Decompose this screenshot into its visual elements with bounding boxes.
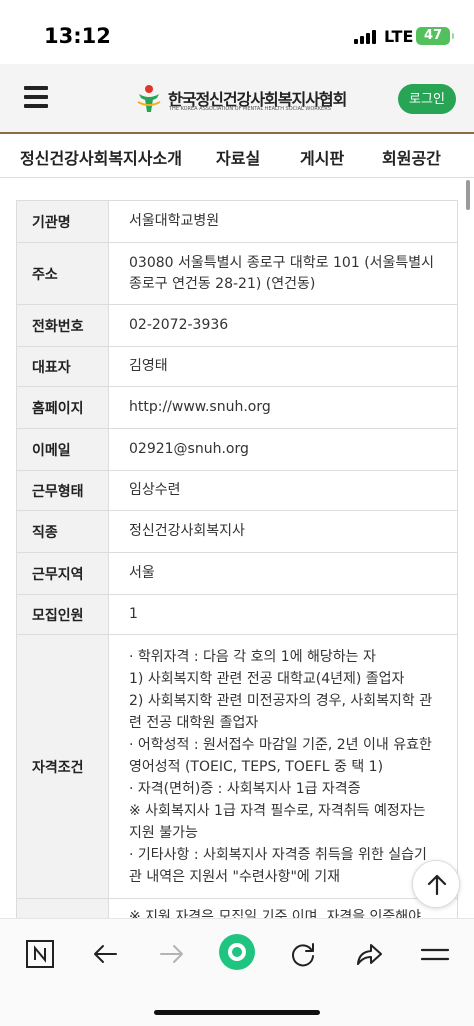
site-logo[interactable]: 한국정신건강사회복지사협회 THE KOREA ASSOCIATION OF M…: [136, 84, 347, 118]
table-row: 홈페이지 http://www.snuh.org: [16, 386, 458, 429]
row-label: 자격조건: [16, 634, 109, 899]
row-label: 대표자: [16, 346, 109, 387]
table-row: ※ 지원 자격은 모집일 기준 이며, 자격을 인증해야: [16, 898, 458, 918]
logo-mark-icon: [137, 85, 161, 112]
status-time: 13:12: [44, 24, 111, 48]
table-row: 기관명 서울대학교병원: [16, 200, 458, 243]
home-indicator: [154, 1010, 320, 1015]
job-detail-content[interactable]: 기관명 서울대학교병원 주소 03080 서울특별시 종로구 대학로 101 (…: [0, 178, 474, 918]
row-value: 임상수련: [108, 470, 458, 511]
scrollbar[interactable]: [466, 180, 470, 210]
qualification-line: 2) 사회복지학 관련 미전공자의 경우, 사회복지학 관련 전공 대학원 졸업…: [129, 692, 433, 731]
row-value: 03080 서울특별시 종로구 대학로 101 (서울특별시 종로구 연건동 2…: [108, 242, 458, 305]
row-value: 1: [108, 594, 458, 635]
login-button[interactable]: 로그인: [398, 84, 456, 114]
nav-item-intro[interactable]: 정신건강사회복지사소개: [20, 145, 182, 169]
naver-n-icon[interactable]: [25, 939, 55, 969]
nav-item-resources[interactable]: 자료실: [216, 145, 260, 169]
nav-item-board[interactable]: 게시판: [300, 145, 344, 169]
forward-arrow-icon[interactable]: [157, 939, 187, 969]
row-label: 기관명: [16, 200, 109, 243]
menu-icon[interactable]: [420, 939, 450, 969]
row-value: 서울: [108, 552, 458, 595]
row-value: ※ 지원 자격은 모집일 기준 이며, 자격을 인증해야: [108, 898, 458, 918]
back-arrow-icon[interactable]: [90, 939, 120, 969]
menu-icon[interactable]: [24, 86, 48, 108]
row-label: 근무형태: [16, 470, 109, 511]
signal-icon: [354, 30, 376, 44]
qualification-line: · 자격(면허)증 : 사회복지사 1급 자격증: [129, 780, 361, 797]
row-label: 전화번호: [16, 304, 109, 347]
qualification-value: · 학위자격 : 다음 각 호의 1에 해당하는 자 1) 사회복지학 관련 전…: [108, 634, 458, 899]
table-row: 주소 03080 서울특별시 종로구 대학로 101 (서울특별시 종로구 연건…: [16, 242, 458, 305]
nav-item-members[interactable]: 회원공간: [382, 145, 441, 169]
homepage-link[interactable]: http://www.snuh.org: [108, 386, 458, 429]
qualification-line: · 학위자격 : 다음 각 호의 1에 해당하는 자: [129, 648, 376, 665]
scroll-top-button[interactable]: [412, 860, 460, 908]
table-row: 전화번호 02-2072-3936: [16, 304, 458, 347]
email-link[interactable]: 02921@snuh.org: [108, 428, 458, 471]
job-info-table: 기관명 서울대학교병원 주소 03080 서울특별시 종로구 대학로 101 (…: [16, 200, 458, 918]
share-icon[interactable]: [354, 939, 384, 969]
qualification-line: · 어학성적 : 원서접수 마감일 기준, 2년 이내 유효한 영어성적 (TO…: [129, 736, 432, 775]
qualification-line: ※ 사회복지사 1급 자격 필수로, 자격취득 예정자는 지원 불가능: [129, 802, 426, 841]
row-value[interactable]: 02-2072-3936: [108, 304, 458, 347]
arrow-up-icon: [427, 874, 447, 896]
main-nav: 정신건강사회복지사소개 자료실 게시판 회원공간: [0, 136, 474, 178]
site-header: 한국정신건강사회복지사협회 THE KOREA ASSOCIATION OF M…: [0, 64, 474, 134]
qualification-line: · 기타사항 : 사회복지사 자격증 취득을 위한 실습기관 내역은 지원서 "…: [129, 846, 427, 885]
logo-subtitle: THE KOREA ASSOCIATION OF MENTAL HEALTH S…: [169, 106, 331, 112]
home-circle-icon[interactable]: [217, 932, 257, 972]
row-label: 직종: [16, 510, 109, 553]
row-label: 이메일: [16, 428, 109, 471]
row-label: 주소: [16, 242, 109, 305]
row-value: 서울대학교병원: [108, 200, 458, 243]
table-row: 근무지역 서울: [16, 552, 458, 595]
table-row: 모집인원 1: [16, 594, 458, 635]
row-label: [16, 898, 109, 918]
table-row: 자격조건 · 학위자격 : 다음 각 호의 1에 해당하는 자 1) 사회복지학…: [16, 634, 458, 899]
table-row: 이메일 02921@snuh.org: [16, 428, 458, 471]
row-value: 정신건강사회복지사: [108, 510, 458, 553]
status-bar: 13:12 LTE 47: [0, 0, 474, 64]
table-row: 직종 정신건강사회복지사: [16, 510, 458, 553]
battery-icon: 47: [416, 27, 454, 45]
row-value: 김영태: [108, 346, 458, 387]
row-label: 근무지역: [16, 552, 109, 595]
table-row: 근무형태 임상수련: [16, 470, 458, 511]
table-row: 대표자 김영태: [16, 346, 458, 387]
network-label: LTE: [384, 27, 414, 46]
refresh-icon[interactable]: [288, 939, 318, 969]
row-label: 홈페이지: [16, 386, 109, 429]
row-label: 모집인원: [16, 594, 109, 635]
qualification-line: 1) 사회복지학 관련 전공 대학교(4년제) 졸업자: [129, 670, 405, 687]
